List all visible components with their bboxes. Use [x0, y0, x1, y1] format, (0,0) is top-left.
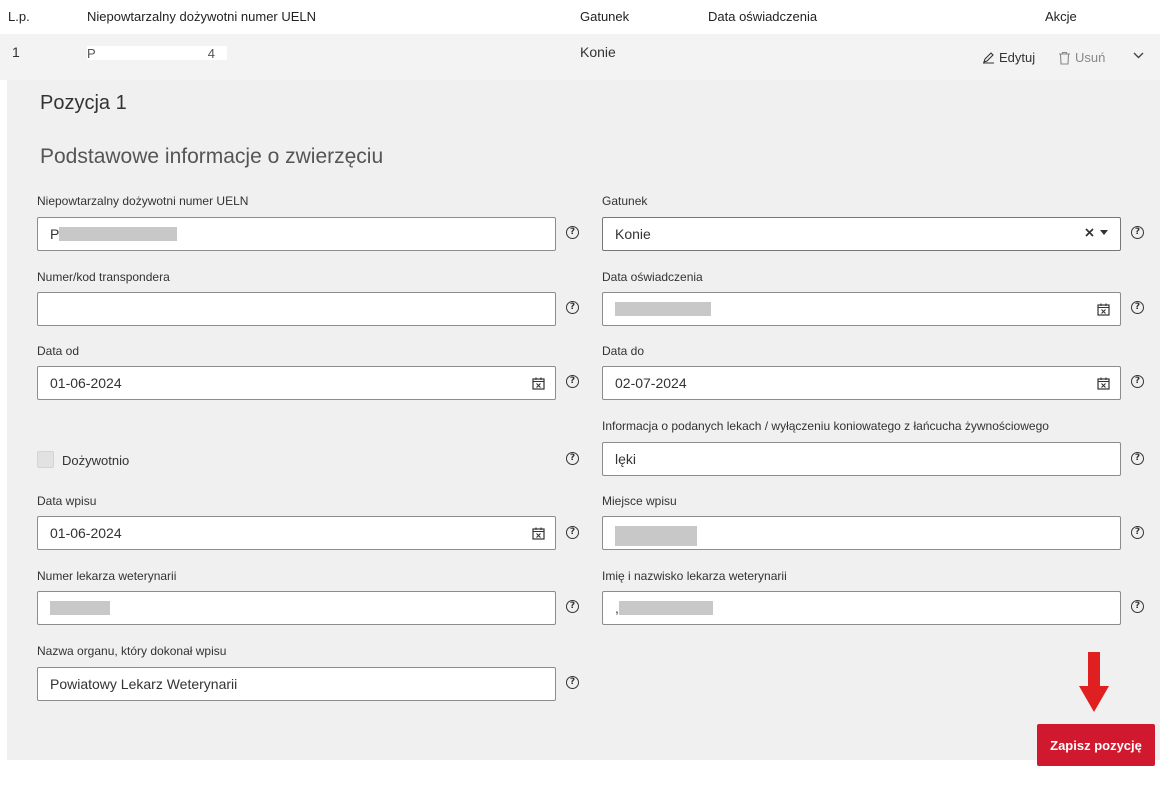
data-wpisu-value: 01-06-2024 — [50, 525, 122, 541]
transponder-input[interactable] — [37, 292, 556, 326]
data-do-value: 02-07-2024 — [615, 375, 687, 391]
miejsce-wpisu-redacted — [615, 526, 697, 546]
imie-lekarza-input[interactable]: , — [602, 591, 1121, 625]
ueln-redacted — [59, 227, 178, 241]
clear-icon[interactable] — [1085, 228, 1094, 237]
table-header: L.p. Niepowtarzalny dożywotni numer UELN… — [0, 0, 1160, 34]
imie-lekarza-redacted — [618, 601, 713, 615]
header-ueln: Niepowtarzalny dożywotni numer UELN — [87, 9, 317, 24]
ueln-label: Niepowtarzalny dożywotni numer UELN — [37, 194, 249, 208]
row-ueln: P 4 — [87, 46, 227, 60]
header-lp: L.p. — [8, 9, 30, 24]
gatunek-select[interactable]: Konie — [602, 217, 1121, 251]
gatunek-label: Gatunek — [602, 194, 648, 208]
leki-label: Informacja o podanych lekach / wyłączeni… — [602, 419, 1049, 433]
data-oswiadczenia-label: Data oświadczenia — [602, 270, 703, 284]
delete-label: Usuń — [1075, 50, 1106, 65]
edit-label: Edytuj — [999, 50, 1036, 65]
chevron-down-icon — [1133, 52, 1144, 59]
data-wpisu-label: Data wpisu — [37, 494, 97, 508]
data-oswiadczenia-input[interactable] — [602, 292, 1121, 326]
help-icon[interactable]: ? — [1131, 452, 1144, 465]
position-title: Pozycja 1 — [40, 92, 127, 114]
save-position-button[interactable]: Zapisz pozycję — [1037, 724, 1155, 766]
row-ueln-last: 4 — [207, 46, 215, 60]
help-icon[interactable]: ? — [566, 526, 579, 539]
expand-toggle[interactable] — [1133, 52, 1144, 59]
miejsce-wpisu-label: Miejsce wpisu — [602, 494, 677, 508]
numer-lekarza-label: Numer lekarza weterynarii — [37, 569, 177, 583]
help-icon[interactable]: ? — [1131, 301, 1144, 314]
data-do-label: Data do — [602, 344, 645, 358]
delete-button[interactable]: Usuń — [1058, 50, 1105, 65]
help-icon[interactable]: ? — [566, 375, 579, 388]
help-icon[interactable]: ? — [1131, 375, 1144, 388]
header-data-oswiadczenia: Data oświadczenia — [708, 9, 818, 24]
dozywotnio-checkbox[interactable] — [37, 451, 54, 468]
transponder-label: Numer/kod transpondera — [37, 270, 170, 284]
help-icon[interactable]: ? — [1131, 526, 1144, 539]
help-icon[interactable]: ? — [566, 676, 579, 689]
data-oswiadczenia-redacted — [615, 302, 711, 316]
dozywotnio-label[interactable]: Dożywotnio — [62, 453, 129, 468]
organ-value: Powiatowy Lekarz Weterynarii — [50, 676, 238, 692]
arrow-down-icon — [1079, 652, 1109, 712]
calendar-icon[interactable] — [1097, 377, 1110, 390]
help-icon[interactable]: ? — [566, 301, 579, 314]
calendar-icon[interactable] — [532, 527, 545, 540]
section-title: Podstawowe informacje o zwierzęciu — [40, 145, 384, 168]
ueln-value: P — [50, 226, 60, 242]
data-do-input[interactable]: 02-07-2024 — [602, 366, 1121, 400]
help-icon[interactable]: ? — [566, 600, 579, 613]
row-lp: 1 — [12, 44, 20, 60]
calendar-icon[interactable] — [532, 377, 545, 390]
data-od-label: Data od — [37, 344, 80, 358]
edit-button[interactable]: Edytuj — [982, 50, 1035, 65]
table-row[interactable]: 1 P 4 Konie Edytuj Usuń — [0, 34, 1160, 80]
data-od-value: 01-06-2024 — [50, 375, 122, 391]
row-ueln-first: P — [87, 46, 96, 60]
header-akcje: Akcje — [1045, 9, 1077, 24]
row-gatunek: Konie — [580, 44, 616, 60]
calendar-icon[interactable] — [1097, 303, 1110, 316]
pencil-icon — [983, 52, 994, 64]
help-icon[interactable]: ? — [566, 226, 579, 239]
organ-label: Nazwa organu, który dokonał wpisu — [37, 644, 227, 658]
leki-value: lęki — [615, 451, 637, 467]
numer-lekarza-input[interactable] — [37, 591, 556, 625]
imie-lekarza-label: Imię i nazwisko lekarza weterynarii — [602, 569, 787, 583]
header-gatunek: Gatunek — [580, 9, 630, 24]
caret-down-icon[interactable] — [1100, 230, 1108, 235]
data-wpisu-input[interactable]: 01-06-2024 — [37, 516, 556, 550]
gatunek-value: Konie — [615, 226, 651, 242]
help-icon[interactable]: ? — [1131, 600, 1144, 613]
data-od-input[interactable]: 01-06-2024 — [37, 366, 556, 400]
leki-input[interactable]: lęki — [602, 442, 1121, 476]
trash-icon — [1059, 51, 1070, 65]
numer-lekarza-redacted — [50, 601, 110, 615]
ueln-input[interactable]: P — [37, 217, 556, 251]
help-icon[interactable]: ? — [566, 452, 579, 465]
organ-input[interactable]: Powiatowy Lekarz Weterynarii — [37, 667, 556, 701]
miejsce-wpisu-input[interactable] — [602, 516, 1121, 550]
help-icon[interactable]: ? — [1131, 226, 1144, 239]
